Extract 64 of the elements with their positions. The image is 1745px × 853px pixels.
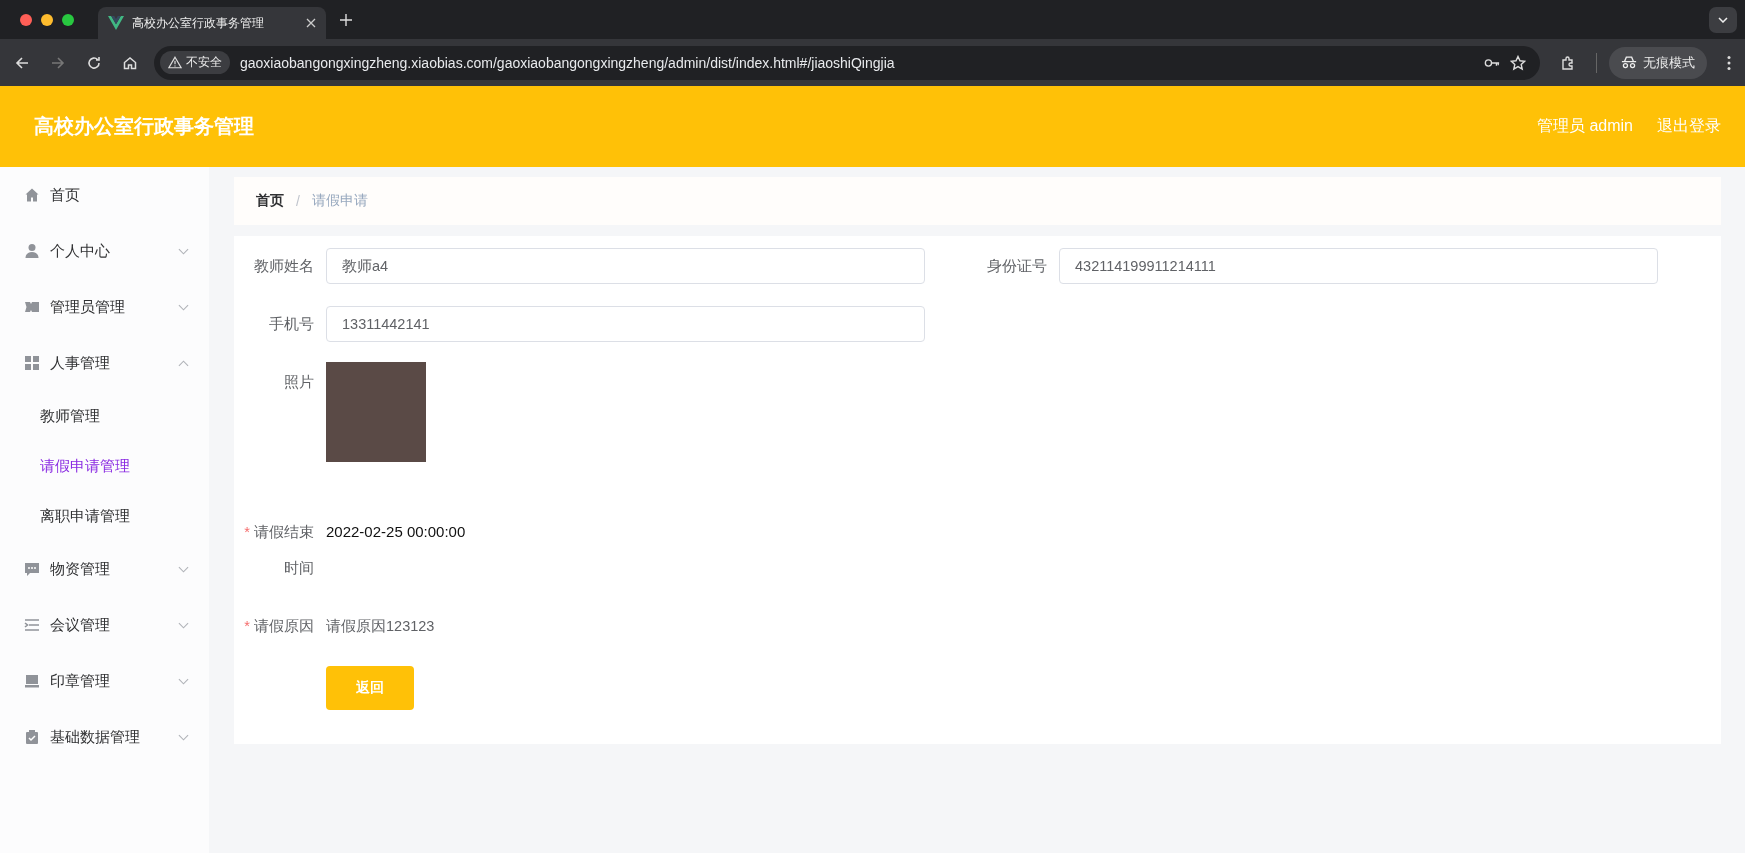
url-text: gaoxiaobangongxingzheng.xiaobias.com/gaoxiaobangongxingzheng/admin/dist/index.html#/jiaoshiQingjia: [240, 54, 895, 71]
grid-icon: [24, 355, 40, 371]
ticket-icon: [24, 299, 40, 315]
text-input[interactable]: 13311442141: [326, 306, 925, 342]
text-input[interactable]: 432114199911214111: [1059, 248, 1658, 284]
field-label: 照片: [283, 373, 315, 392]
field-value: 请假原因123123: [326, 617, 435, 636]
menu-item[interactable]: 印章管理: [0, 653, 209, 709]
person-icon: [24, 243, 40, 259]
puzzle-icon[interactable]: [1560, 54, 1576, 71]
star-icon[interactable]: [1510, 54, 1526, 71]
reload-icon[interactable]: [86, 54, 102, 71]
chevron-icon: [178, 247, 189, 255]
home-icon[interactable]: [122, 54, 138, 71]
breadcrumb-link[interactable]: 首页: [256, 192, 284, 210]
more-menu-icon[interactable]: [1727, 54, 1731, 71]
close-tab-icon[interactable]: [306, 18, 316, 28]
chat-icon: [24, 561, 40, 577]
security-chip[interactable]: 不安全: [160, 51, 230, 74]
chevron-icon: [178, 733, 189, 741]
chevron-icon: [178, 565, 189, 573]
menu-item[interactable]: 管理员管理: [0, 279, 209, 335]
tab-search-button[interactable]: [1709, 6, 1737, 33]
field-label: 教师姓名: [253, 257, 315, 276]
browser-tab[interactable]: 高校办公室行政事务管理: [98, 7, 326, 39]
menu-item[interactable]: 个人中心: [0, 223, 209, 279]
chevron-icon: [178, 303, 189, 311]
menu-item[interactable]: 基础数据管理: [0, 709, 209, 765]
chevron-icon: [178, 677, 189, 685]
breadcrumb-separator: /: [296, 193, 300, 209]
field-label: * 请假结束时间: [243, 523, 315, 578]
list-icon: [24, 617, 40, 633]
incognito-profile-button[interactable]: 无痕模式: [1609, 46, 1707, 79]
menu-item[interactable]: 人事管理: [0, 335, 209, 391]
chevron-down-icon: [1718, 16, 1728, 23]
menu-item[interactable]: 首页: [0, 167, 209, 223]
user-label: 管理员 admin: [1536, 116, 1633, 136]
chevron-icon: [178, 359, 189, 367]
address-bar[interactable]: 不安全 gaoxiaobangongxingzheng.xiaobias.com/gaoxiaobangongxingzheng/admin/dist/index.html#/jiaoshiQingjia: [154, 45, 1540, 80]
forward-arrow-icon[interactable]: [50, 54, 66, 71]
incognito-icon: [1621, 56, 1637, 69]
v-logo-icon: [108, 16, 124, 30]
warning-icon: [168, 56, 182, 69]
close-window-button[interactable]: [20, 13, 32, 26]
clipboard-check-icon: [24, 729, 40, 745]
home-icon: [24, 187, 40, 203]
chevron-icon: [178, 621, 189, 629]
text-input[interactable]: 教师a4: [326, 248, 925, 284]
field-label: 身份证号: [986, 257, 1048, 276]
maximize-window-button[interactable]: [62, 13, 74, 26]
new-tab-icon[interactable]: [340, 13, 352, 26]
field-label: * 请假原因: [243, 617, 315, 636]
menu-item[interactable]: 会议管理: [0, 597, 209, 653]
field-label: 手机号: [268, 315, 315, 334]
back-arrow-icon[interactable]: [14, 54, 30, 71]
tray-icon: [24, 673, 40, 689]
field-value: 2022-02-25 00:00:00: [326, 522, 466, 542]
security-label: 不安全: [186, 54, 222, 71]
menu-item[interactable]: 物资管理: [0, 541, 209, 597]
minimize-window-button[interactable]: [41, 13, 53, 26]
submenu-item[interactable]: 离职申请管理: [0, 491, 209, 541]
submenu-item[interactable]: 教师管理: [0, 391, 209, 441]
app-title: 高校办公室行政事务管理: [34, 114, 254, 139]
submenu-item[interactable]: 请假申请管理: [0, 441, 209, 491]
